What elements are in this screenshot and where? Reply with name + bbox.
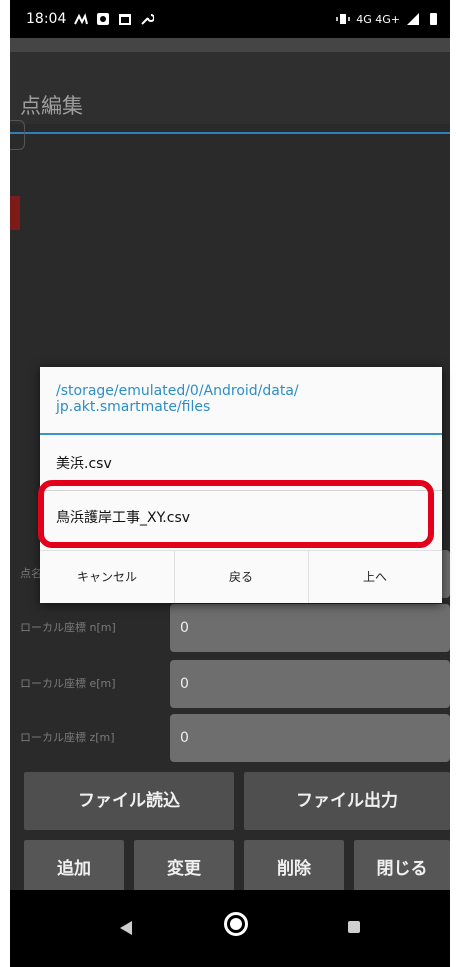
title-area: 点編集 xyxy=(10,52,450,134)
network-label: 4G 4G+ xyxy=(356,12,400,26)
app-top-strip xyxy=(10,38,450,52)
delete-button[interactable]: 削除 xyxy=(244,840,344,890)
file-read-button[interactable]: ファイル読込 xyxy=(24,772,234,830)
back-icon[interactable] xyxy=(120,921,132,935)
change-button[interactable]: 変更 xyxy=(134,840,234,890)
calendar-icon xyxy=(119,14,132,25)
status-bar: 18:04 4G 4G+ xyxy=(10,0,450,38)
cancel-button[interactable]: キャンセル xyxy=(40,551,174,603)
recent-apps-icon[interactable] xyxy=(348,921,360,933)
background-edge xyxy=(10,120,25,150)
local-e-field[interactable]: 0 xyxy=(170,660,450,708)
local-z-field[interactable]: 0 xyxy=(170,714,450,762)
page-title: 点編集 xyxy=(20,94,83,118)
navigation-bar xyxy=(10,890,450,967)
row-label: ローカル座標 n[m] xyxy=(20,621,116,634)
app-icon xyxy=(97,13,110,25)
local-n-field[interactable]: 0 xyxy=(170,604,450,652)
signal-icon xyxy=(74,13,89,25)
current-path: /storage/emulated/0/Android/data/ jp.akt… xyxy=(56,383,299,415)
add-button[interactable]: 追加 xyxy=(24,840,124,890)
file-output-button[interactable]: ファイル出力 xyxy=(244,772,450,830)
home-dot xyxy=(230,918,242,930)
status-time: 18:04 xyxy=(26,11,67,27)
up-button[interactable]: 上へ xyxy=(308,551,442,603)
file-item-torihama[interactable]: 鳥浜護岸工事_XY.csv xyxy=(40,493,442,543)
battery-icon xyxy=(430,13,437,25)
row-label: ローカル座標 z[m] xyxy=(20,731,115,744)
file-separator xyxy=(40,490,442,491)
title-underline xyxy=(10,132,450,134)
file-item-mihama[interactable]: 美浜.csv xyxy=(40,439,442,489)
dialog-divider xyxy=(40,433,442,435)
background-red-marker xyxy=(10,196,20,230)
form-row-local-z: ローカル座標 z[m] 0 xyxy=(10,714,450,762)
row-label: ローカル座標 e[m] xyxy=(20,677,116,690)
back-button[interactable]: 戻る xyxy=(174,551,308,603)
vibrate-icon xyxy=(336,14,350,24)
file-chooser-dialog: /storage/emulated/0/Android/data/ jp.akt… xyxy=(40,367,442,603)
form-row-local-n: ローカル座標 n[m] 0 xyxy=(10,604,450,652)
signal-strength-icon xyxy=(407,13,419,25)
wrench-icon xyxy=(141,14,155,25)
row-label: 点名 xyxy=(20,567,42,580)
form-row-local-e: ローカル座標 e[m] 0 xyxy=(10,660,450,708)
close-button[interactable]: 閉じる xyxy=(354,840,450,890)
